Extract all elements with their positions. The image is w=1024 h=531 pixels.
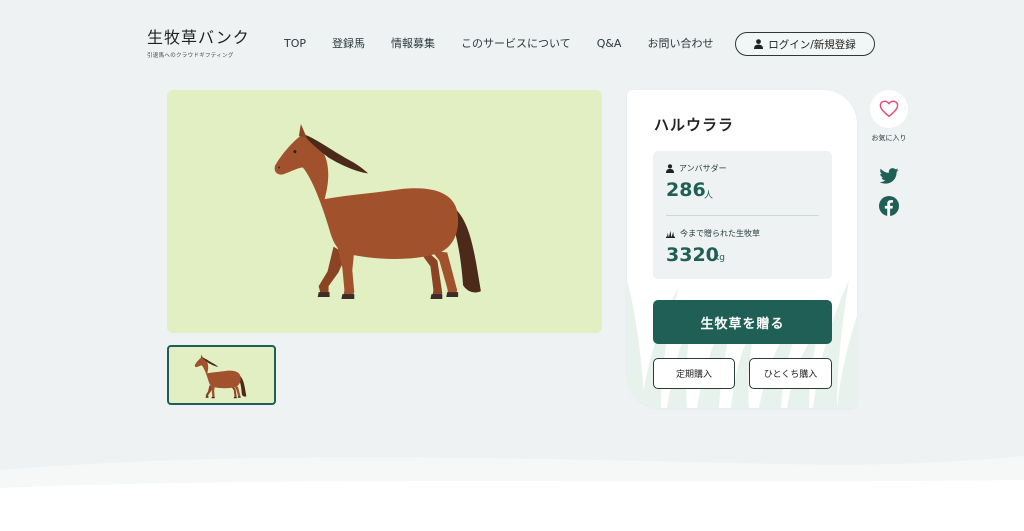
- logo[interactable]: 生牧草バンク 引退馬へのクラウドギフティング: [147, 28, 250, 60]
- ambassador-unit: 人: [704, 191, 714, 201]
- ambassador-label-text: アンバサダー: [679, 164, 727, 173]
- nav-faq[interactable]: Q&A: [597, 37, 622, 51]
- nav-info-wanted[interactable]: 情報募集: [391, 37, 435, 51]
- stats-box: アンバサダー 286 人 今まで贈られた生牧草 3320 kg: [653, 151, 832, 279]
- favorite-label: お気に入り: [871, 134, 907, 142]
- horse-main-image: [167, 90, 602, 333]
- stats-divider: [666, 215, 819, 216]
- heart-icon: [879, 100, 899, 118]
- subscription-button[interactable]: 定期購入: [653, 358, 735, 389]
- main-nav: TOP 登録馬 情報募集 このサービスについて Q&A お問い合わせ: [284, 37, 713, 51]
- logo-title: 生牧草バンク: [147, 28, 250, 47]
- ambassador-count: 286: [666, 179, 706, 201]
- horse-thumbnail[interactable]: [167, 345, 276, 405]
- grass-label: 今まで贈られた生牧草: [666, 228, 760, 239]
- user-icon: [754, 39, 764, 49]
- nav-contact[interactable]: お問い合わせ: [647, 37, 713, 51]
- facebook-icon[interactable]: [879, 196, 899, 216]
- horse-thumbnail-image: [194, 354, 247, 399]
- nav-top[interactable]: TOP: [284, 37, 306, 51]
- nav-registered-horses[interactable]: 登録馬: [332, 37, 365, 51]
- grass-label-text: 今まで贈られた生牧草: [680, 229, 760, 238]
- single-purchase-button[interactable]: ひとくち購入: [749, 358, 832, 389]
- login-signup-button[interactable]: ログイン/新規登録: [735, 32, 875, 56]
- user-icon: [666, 164, 674, 173]
- horse-image: [274, 123, 481, 300]
- gift-grass-button[interactable]: 生牧草を贈る: [653, 300, 832, 344]
- footer-wave: [0, 456, 1024, 531]
- grass-amount: 3320: [666, 244, 719, 266]
- ambassador-label: アンバサダー: [666, 163, 727, 174]
- logo-subtitle: 引退馬へのクラウドギフティング: [147, 53, 234, 59]
- twitter-icon[interactable]: [879, 168, 899, 184]
- favorite-button[interactable]: [870, 90, 908, 128]
- horse-name: ハルウララ: [654, 116, 735, 134]
- grass-icon: [666, 230, 675, 238]
- horse-info-card: ハルウララ アンバサダー 286 人 今まで贈られた生牧草 3320 kg 生牧…: [627, 90, 857, 408]
- grass-unit: kg: [714, 253, 725, 263]
- nav-about-service[interactable]: このサービスについて: [461, 37, 571, 51]
- login-signup-label: ログイン/新規登録: [768, 38, 856, 51]
